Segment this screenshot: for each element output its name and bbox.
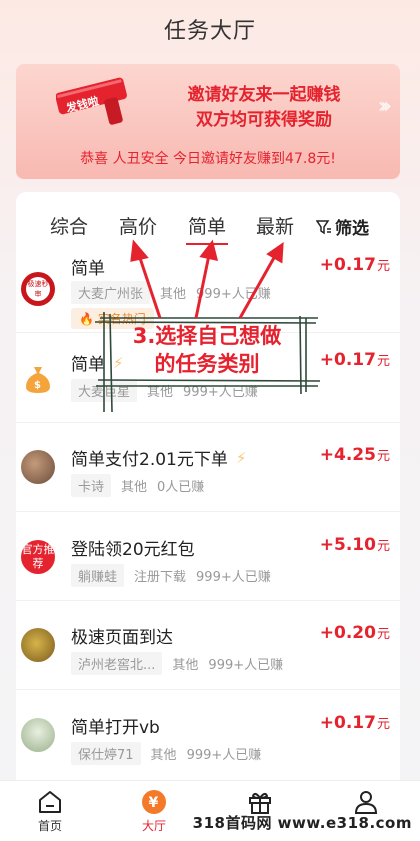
publisher-tag: 躺赚蛙 [71,564,125,587]
task-tabs: 综合 高价 简单 最新 筛选 [16,212,400,246]
invite-notice: 恭喜 人丑安全 今日邀请好友赚到47.8元! [80,151,336,167]
publisher-tag: 泸州老窖北... [71,652,163,675]
tab-high-price[interactable]: 高价 [119,212,157,239]
svg-text:¥: ¥ [149,795,159,811]
task-meta: 卡诗 其他 0人已赚 [71,474,204,497]
task-meta: 保仕婷71 其他 999+人已赚 [71,742,261,765]
official-badge: 官方推荐 [21,540,55,574]
task-row[interactable]: 官方推荐 登陆领20元红包 躺赚蛙 注册下载 999+人已赚 +5.10元 [16,512,400,601]
banner-headline: 邀请好友来一起赚钱 [187,85,341,105]
task-category: 其他 [160,287,187,302]
home-icon [10,787,90,817]
task-category: 其他 [172,658,199,673]
filter-label: 筛选 [335,219,369,239]
publisher-tag: 大麦广州张 [71,281,151,304]
task-price: +0.20元 [319,623,390,643]
tab-simple[interactable]: 简单 [185,212,229,245]
task-list-card: 综合 高价 简单 最新 筛选 极速秒审 简单 大麦广州张 其他 999+人已赚 … [16,192,400,792]
publisher-tag: 保仕婷71 [71,742,141,765]
task-category: 其他 [121,480,148,495]
tab-home[interactable]: 首页 [10,787,90,834]
filter-icon [316,219,331,234]
task-price: +0.17元 [319,255,390,275]
task-meta: 大麦广州张 其他 999+人已赚 [71,281,271,304]
task-name: 简单打开vb [71,718,160,738]
earned-count: 999+人已赚 [208,658,284,673]
tab-home-label: 首页 [37,819,62,833]
task-category: 其他 [150,748,177,763]
yen-icon: ¥ [114,787,194,817]
task-price: +0.17元 [319,713,390,733]
chevron-right-icon: ››› [377,94,393,119]
publisher-tag: 卡诗 [71,474,112,497]
money-bag-icon: $ [21,362,55,396]
task-meta: 泸州老窖北... 其他 999+人已赚 [71,652,283,675]
tab-hall-label: 大厅 [141,819,166,833]
invite-banner[interactable]: 发钱啦 邀请好友来一起赚钱 双方均可获得奖励 ››› 恭喜 人丑安全 今日邀请好… [16,64,400,179]
earned-count: 999+人已赚 [186,748,262,763]
task-price: +4.25元 [319,445,390,465]
avatar: 极速秒审 [21,272,55,306]
tab-comprehensive[interactable]: 综合 [50,212,88,239]
avatar [21,450,55,484]
watermark: 318首码网 www.e318.com [192,814,412,832]
task-price: +0.17元 [319,350,390,370]
task-row[interactable]: 简单打开vb 保仕婷71 其他 999+人已赚 +0.17元 [16,690,400,779]
task-price: +5.10元 [319,535,390,555]
svg-text:$: $ [34,380,41,391]
avatar [21,628,55,662]
filter-button[interactable]: 筛选 [316,214,369,239]
money-gun-icon: 发钱啦 [56,77,127,125]
page-title: 任务大厅 [163,19,256,44]
task-name: 极速页面到达 [71,628,173,648]
tab-hall[interactable]: ¥ 大厅 [114,787,194,834]
task-name: 简单支付2.01元下单 ⚡ [71,448,247,471]
task-row[interactable]: 极速页面到达 泸州老窖北... 其他 999+人已赚 +0.20元 [16,601,400,690]
banner-subline: 双方均可获得奖励 [196,110,332,130]
avatar [21,718,55,752]
earned-count: 999+人已赚 [196,570,271,585]
tab-newest[interactable]: 最新 [256,212,294,239]
earned-count: 0人已赚 [157,480,205,495]
task-name: 登陆领20元红包 [71,540,195,560]
task-category: 注册下载 [134,570,187,585]
app-header: 任务大厅 [0,0,420,58]
task-name: 简单 [71,259,105,279]
task-row[interactable]: 简单支付2.01元下单 ⚡ 卡诗 其他 0人已赚 +4.25元 [16,423,400,512]
lightning-icon: ⚡ [235,448,247,467]
annotation-text: 3.选择自己想做 的任务类别 [132,324,282,376]
earned-count: 999+人已赚 [196,287,271,302]
task-meta: 躺赚蛙 注册下载 999+人已赚 [71,564,271,587]
